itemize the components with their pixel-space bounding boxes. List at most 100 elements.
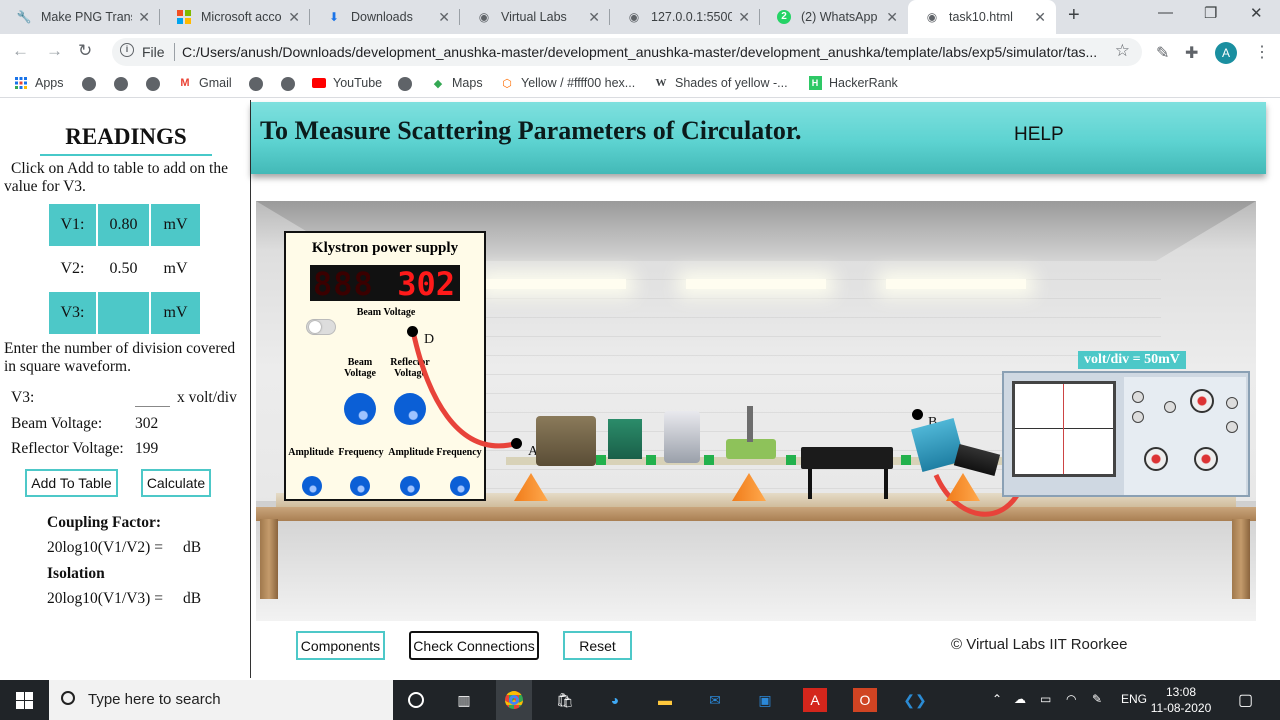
position-knob[interactable] (1132, 391, 1144, 403)
clock-time: 13:08 (1165, 685, 1197, 699)
bookmark-apps[interactable]: Apps (14, 76, 64, 90)
photos-icon[interactable]: ▣ (753, 688, 777, 712)
edge-icon[interactable]: ◕ (603, 688, 627, 712)
reload-icon[interactable]: ↻ (78, 41, 92, 61)
bookmark-yellow[interactable]: ⬡ Yellow / #ffff00 hex... (500, 76, 635, 90)
task-view-icon[interactable]: ▥ (452, 688, 476, 712)
bookmark-star-icon[interactable]: ☆ (1115, 41, 1130, 61)
tab-whatsapp[interactable]: 2 (2) WhatsApp ✕ (760, 0, 908, 34)
system-clock[interactable]: 13:08 11-08-2020 (1150, 684, 1212, 716)
slotted-line[interactable] (801, 447, 893, 469)
tab-virtual-labs[interactable]: ◉ Virtual Labs ✕ (460, 0, 610, 34)
maps-icon: ◆ (433, 77, 443, 90)
office-icon[interactable]: O (853, 688, 877, 712)
globe-icon[interactable] (114, 77, 128, 91)
language-indicator[interactable]: ENG (1121, 692, 1147, 706)
v3-division-input[interactable] (135, 406, 170, 407)
readings-title: READINGS (40, 124, 212, 156)
tab-localhost[interactable]: ◉ 127.0.0.1:5500/l ✕ (610, 0, 760, 34)
taskbar-search-input[interactable]: Type here to search (49, 680, 393, 720)
volt-div-dial-2[interactable] (1194, 447, 1218, 471)
oscilloscope[interactable] (1002, 371, 1250, 497)
bookmark-shades[interactable]: W Shades of yellow -... (654, 76, 788, 90)
bookmarks-bar: Apps M Gmail YouTube ◆ Maps ⬡ Yellow / #fff… (0, 70, 1280, 98)
globe-icon[interactable] (146, 77, 160, 91)
close-icon[interactable]: ✕ (138, 9, 150, 26)
pen-icon[interactable]: ✎ (1092, 692, 1102, 706)
window-close-button[interactable]: ✕ (1250, 4, 1263, 22)
globe-icon: ◉ (628, 10, 640, 24)
v2-value: 0.50 (109, 260, 138, 277)
slotted-line-legs (808, 469, 888, 499)
tab-task10[interactable]: ◉ task10.html ✕ (908, 0, 1056, 34)
volt-div-label: volt/div = 50mV (1078, 351, 1186, 369)
point-b-marker[interactable] (912, 409, 923, 420)
volt-div-dial[interactable] (1144, 447, 1168, 471)
forward-arrow-icon[interactable]: → (46, 41, 63, 61)
calculate-button[interactable]: Calculate (141, 469, 211, 497)
info-icon[interactable]: i (120, 43, 134, 57)
globe-icon[interactable] (82, 77, 96, 91)
bookmark-youtube[interactable]: YouTube (312, 76, 382, 90)
check-connections-button[interactable]: Check Connections (409, 631, 539, 660)
coupling-unit: dB (183, 539, 202, 556)
help-link[interactable]: HELP (1014, 124, 1064, 146)
acrobat-icon[interactable]: A (803, 688, 827, 712)
tab-make-png[interactable]: 🔧 Make PNG Trans ✕ (0, 0, 160, 34)
restore-button[interactable]: ❐ (1204, 4, 1217, 22)
globe-icon[interactable] (249, 77, 263, 91)
isolator-block[interactable] (608, 419, 642, 459)
bookmark-hackerrank[interactable]: H HackerRank (808, 76, 898, 90)
components-button[interactable]: Components (296, 631, 385, 660)
intensity-knob[interactable] (1132, 411, 1144, 423)
timebase-dial[interactable] (1190, 389, 1214, 413)
file-explorer-icon[interactable]: ▬ (653, 688, 677, 712)
bookmark-gmail[interactable]: M Gmail (178, 76, 231, 90)
close-icon[interactable]: ✕ (588, 9, 600, 26)
bookmark-maps[interactable]: ◆ Maps (431, 76, 483, 90)
address-bar[interactable]: i File C:/Users/anush/Downloads/developm… (112, 38, 1142, 66)
windows-start-icon[interactable] (12, 688, 36, 712)
globe-icon[interactable] (281, 77, 295, 91)
reset-button[interactable]: Reset (563, 631, 632, 660)
minimize-button[interactable]: — (1158, 4, 1173, 21)
battery-icon[interactable]: ▭ (1040, 692, 1051, 706)
vscode-icon[interactable]: ❮❯ (903, 688, 927, 712)
tab-downloads[interactable]: ⬇ Downloads ✕ (310, 0, 460, 34)
back-arrow-icon[interactable]: ← (12, 41, 29, 61)
tab-microsoft[interactable]: Microsoft accou ✕ (160, 0, 310, 34)
cortana-icon[interactable] (404, 688, 428, 712)
chrome-icon[interactable] (496, 680, 532, 720)
close-icon[interactable]: ✕ (886, 9, 898, 26)
frequency-meter[interactable] (726, 439, 776, 459)
klystron-mount[interactable] (536, 416, 596, 466)
add-to-table-button[interactable]: Add To Table (25, 469, 118, 497)
notification-icon[interactable]: ▢ (1238, 690, 1253, 710)
tab-title: (2) WhatsApp (801, 10, 878, 24)
whatsapp-icon: 2 (776, 9, 792, 25)
extension-icon[interactable]: ✎ (1156, 43, 1169, 63)
close-icon[interactable]: ✕ (738, 9, 750, 26)
point-a-marker[interactable] (511, 438, 522, 449)
trigger-knob[interactable] (1226, 397, 1238, 409)
hackerrank-icon: H (808, 76, 822, 90)
tab-strip: 🔧 Make PNG Trans ✕ Microsoft accou ✕ ⬇ D… (0, 0, 1280, 34)
puzzle-icon[interactable]: ✚ (1185, 43, 1198, 63)
close-icon[interactable]: ✕ (288, 9, 300, 26)
avatar[interactable]: A (1215, 42, 1237, 64)
mail-icon[interactable]: ✉ (703, 688, 727, 712)
new-tab-button[interactable]: + (1068, 4, 1080, 27)
level-knob[interactable] (1226, 421, 1238, 433)
cloud-icon[interactable]: ☁ (1014, 692, 1026, 706)
menu-kebab-icon[interactable]: ⋮ (1254, 42, 1270, 62)
point-d-marker[interactable] (407, 326, 418, 337)
close-icon[interactable]: ✕ (1034, 9, 1046, 26)
close-icon[interactable]: ✕ (438, 9, 450, 26)
store-icon[interactable]: 🛍 (553, 688, 577, 712)
globe-icon[interactable] (398, 77, 412, 91)
wifi-icon[interactable]: ◠ (1066, 692, 1076, 706)
chevron-up-icon[interactable]: ⌃ (992, 692, 1002, 706)
attenuator[interactable] (664, 411, 700, 463)
url-text[interactable]: C:/Users/anush/Downloads/development_anu… (182, 44, 1102, 60)
focus-knob[interactable] (1164, 401, 1176, 413)
